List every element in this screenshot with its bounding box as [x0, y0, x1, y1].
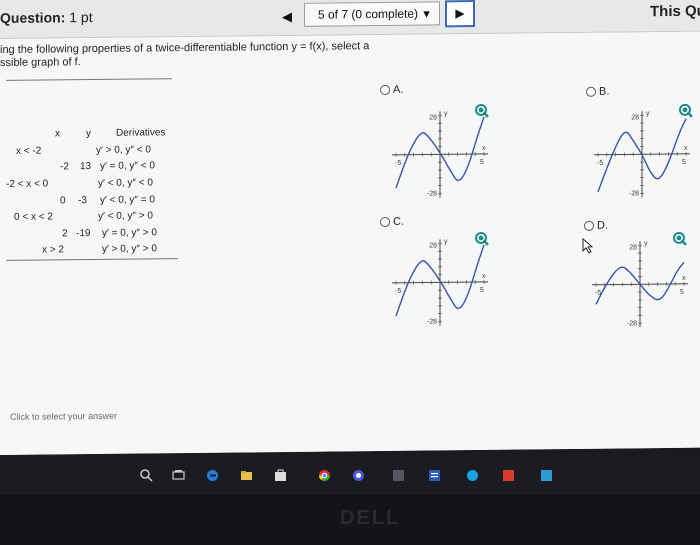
monitor-bezel: DELL	[0, 495, 700, 545]
y-max-label: 28	[629, 244, 637, 251]
radio-icon	[380, 85, 390, 96]
x-max-label: 5	[682, 159, 686, 166]
table-cell-d: y′ > 0, y″ > 0	[102, 243, 157, 255]
table-cell-d: y′ < 0, y″ < 0	[98, 177, 153, 189]
table-cell-d: y′ < 0, y″ = 0	[100, 194, 155, 206]
table-cell-y: -19	[76, 228, 91, 240]
app-icon[interactable]	[392, 469, 405, 482]
option-d-graph[interactable]: 28-28-5 5xy	[588, 237, 692, 332]
table-cell-y: 13	[80, 161, 92, 173]
question-label: Question: 1 pt	[0, 9, 93, 26]
windows-taskbar	[0, 455, 700, 495]
table-cell-x: 2	[62, 228, 68, 240]
y-axis-label: y	[644, 240, 648, 247]
x-max-label: 5	[480, 287, 484, 294]
table-cell-x: -2 < x < 0	[6, 178, 49, 190]
word-icon[interactable]	[428, 469, 441, 482]
option-b-radio[interactable]: B.	[586, 86, 609, 98]
question-progress: 5 of 7 (0 complete)	[318, 6, 419, 22]
table-cell-y: -3	[78, 195, 87, 207]
zoom-icon[interactable]	[474, 103, 490, 119]
search-icon[interactable]	[140, 469, 153, 482]
option-c-radio[interactable]: C.	[380, 216, 404, 228]
next-question-button[interactable]: ▶	[445, 0, 475, 28]
x-axis-label: x	[684, 145, 688, 152]
y-min-label: -28	[427, 318, 437, 325]
y-axis-label: y	[444, 110, 448, 117]
table-cell-d: y′ < 0, y″ > 0	[98, 210, 153, 222]
table-cell-d: y′ > 0, y″ < 0	[96, 144, 151, 156]
table-header-x: x	[55, 128, 60, 140]
option-a-graph[interactable]: 28 -28 -5 5 x y	[388, 107, 492, 202]
x-min-label: -5	[395, 288, 401, 295]
question-selector[interactable]: 5 of 7 (0 complete) ▼	[304, 1, 440, 27]
table-header-derivatives: Derivatives	[116, 127, 166, 139]
table-cell-d: y′ = 0, y″ < 0	[100, 160, 155, 172]
edge-icon[interactable]	[206, 469, 219, 482]
chevron-down-icon: ▼	[421, 8, 432, 21]
x-max-label: 5	[680, 289, 684, 296]
dell-logo: DELL	[340, 507, 401, 529]
file-explorer-icon[interactable]	[240, 469, 253, 482]
question-prompt: ing the following properties of a twice-…	[0, 40, 370, 69]
previous-question-button[interactable]: ◀	[282, 9, 292, 25]
x-min-label: -5	[597, 160, 603, 167]
y-axis-label: y	[444, 238, 448, 245]
radio-icon	[380, 217, 390, 228]
zoom-icon[interactable]	[678, 103, 694, 119]
table-cell-d: y′ = 0, y″ > 0	[102, 227, 157, 239]
table-cell-x: -2	[60, 161, 69, 173]
zoom-icon[interactable]	[474, 231, 490, 247]
x-axis-label: x	[482, 145, 486, 152]
x-max-label: 5	[480, 159, 484, 166]
table-cell-x: 0 < x < 2	[14, 211, 53, 223]
table-cell-x: x < -2	[16, 145, 42, 157]
photos-icon[interactable]	[540, 469, 553, 482]
option-b-graph[interactable]: 28 -28 -5 5 x y	[590, 107, 694, 202]
skype-icon[interactable]	[466, 469, 479, 482]
browser-screen: Question: 1 pt ◀ 5 of 7 (0 complete) ▼ ▶ …	[0, 0, 700, 456]
y-min-label: -28	[627, 320, 637, 327]
option-d-radio[interactable]: D.	[584, 220, 608, 232]
store-icon[interactable]	[274, 469, 287, 482]
x-axis-label: x	[482, 273, 486, 280]
pdf-icon[interactable]	[502, 469, 515, 482]
option-c-graph[interactable]: 28 -28 -5 5 x y	[388, 235, 492, 330]
radio-icon	[586, 86, 596, 97]
properties-table: x y Derivatives x < -2 y′ > 0, y″ < 0 -2…	[0, 78, 178, 261]
zoom-icon[interactable]	[672, 231, 688, 247]
firefox-icon[interactable]	[352, 469, 365, 482]
y-max-label: 28	[429, 242, 437, 249]
click-instruction: Click to select your answer	[10, 410, 118, 422]
y-axis-label: y	[646, 110, 650, 117]
table-cell-x: 0	[60, 195, 66, 207]
task-view-icon[interactable]	[172, 469, 185, 482]
radio-icon	[584, 220, 594, 231]
x-min-label: -5	[395, 160, 401, 167]
chrome-icon[interactable]	[318, 469, 331, 482]
x-axis-label: x	[682, 275, 686, 282]
y-max-label: 28	[631, 114, 639, 121]
option-a-radio[interactable]: A.	[380, 84, 403, 96]
table-header-y: y	[86, 128, 91, 140]
this-question-label: This Qu	[650, 2, 700, 21]
table-cell-x: x > 2	[42, 244, 64, 256]
y-max-label: 28	[429, 114, 437, 121]
mouse-pointer-icon	[582, 237, 594, 254]
y-min-label: -28	[427, 190, 437, 197]
y-min-label: -28	[629, 190, 639, 197]
